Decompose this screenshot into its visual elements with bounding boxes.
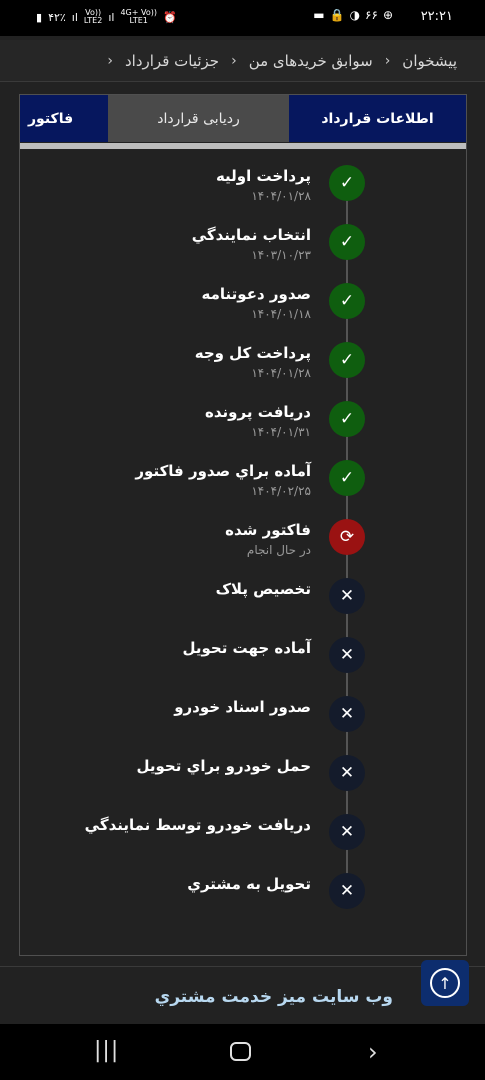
step-title: صدور اسناد خودرو	[174, 698, 311, 716]
step-title: دریافت خودرو توسط نمایندگي	[84, 816, 311, 834]
timeline-step: ⟳ فاکتور شده در حال انجام	[20, 519, 466, 565]
tab-contract-info[interactable]: اطلاعات قرارداد	[289, 95, 466, 142]
step-status-x-icon: ✕	[329, 696, 365, 732]
timeline-step: ✓ صدور دعوتنامه ۱۴۰۴/۰۱/۱۸	[20, 283, 466, 329]
step-status-sync-icon: ⟳	[329, 519, 365, 555]
battery-icon: ▮	[36, 10, 43, 24]
step-date: ۱۴۰۴/۰۱/۳۱	[251, 425, 311, 439]
step-status-check-icon: ✓	[329, 401, 365, 437]
step-title: پرداخت کل وجه	[194, 344, 311, 362]
step-date: ۱۴۰۳/۱۰/۲۳	[251, 248, 311, 262]
lock-icon: 🔒	[329, 8, 345, 22]
breadcrumb-item-contract-details[interactable]: جزئیات قرارداد	[125, 52, 219, 70]
step-status-check-icon: ✓	[329, 460, 365, 496]
step-title: صدور دعوتنامه	[201, 285, 311, 303]
scroll-top-button[interactable]: ↑	[421, 960, 469, 1006]
notification-badge: ۶۶	[365, 8, 378, 22]
scrollbar-thumb[interactable]	[20, 143, 466, 149]
timeline-step: ✓ پرداخت کل وجه ۱۴۰۴/۰۱/۲۸	[20, 342, 466, 388]
step-status-check-icon: ✓	[329, 342, 365, 378]
step-title: آماده جهت تحویل	[182, 639, 311, 657]
step-title: حمل خودرو براي تحویل	[136, 757, 311, 775]
step-title: آماده براي صدور فاکتور	[135, 462, 311, 480]
chevron-left-icon: ‹	[384, 52, 391, 69]
network-1: Vo)) LTE2	[83, 8, 103, 25]
leaf-icon: ◑	[349, 8, 361, 22]
clock: ۲۲:۲۱	[420, 9, 453, 24]
breadcrumb-item-purchases[interactable]: سوابق خریدهای من	[249, 52, 373, 70]
step-date: ۱۴۰۴/۰۲/۲۵	[251, 484, 311, 498]
step-date: ۱۴۰۴/۰۱/۲۸	[251, 366, 311, 380]
notification-icons: ▬ 🔒 ◑ ۶۶ ⊕	[313, 8, 393, 22]
chevron-left-icon: ‹	[107, 52, 113, 69]
arrow-up-icon: ↑	[430, 968, 460, 998]
timeline-step: ✓ انتخاب نمایندگي ۱۴۰۳/۱۰/۲۳	[20, 224, 466, 270]
recents-icon[interactable]: |||	[94, 1038, 119, 1063]
timeline-step: ✓ پرداخت اولیه ۱۴۰۴/۰۱/۲۸	[20, 165, 466, 211]
timeline-step: ✕ صدور اسناد خودرو	[20, 696, 466, 742]
step-title: دریافت پرونده	[205, 403, 311, 421]
footer: وب سایت میز خدمت مشتري	[0, 966, 485, 1024]
timeline-step: ✕ تخصیص پلاک	[20, 578, 466, 624]
network-2: 4G+ Vo)) LTE1	[120, 8, 157, 25]
step-title: انتخاب نمایندگي	[191, 226, 311, 244]
step-title: تخصیص پلاک	[215, 580, 311, 598]
breadcrumb: پیشخوان ‹ سوابق خریدهای من ‹ جزئیات قرار…	[0, 40, 485, 82]
timeline-step: ✕ آماده جهت تحویل	[20, 637, 466, 683]
step-status-check-icon: ✓	[329, 165, 365, 201]
step-title: فاکتور شده	[225, 521, 311, 539]
step-date: در حال انجام	[246, 543, 311, 557]
signal-icon: ıl	[71, 10, 78, 24]
home-icon[interactable]	[230, 1042, 251, 1061]
timeline-step: ✓ دریافت پرونده ۱۴۰۴/۰۱/۳۱	[20, 401, 466, 447]
step-status-check-icon: ✓	[329, 224, 365, 260]
status-bar: ▮ ۴۲٪ ıl Vo)) LTE2 ıl 4G+ Vo)) LTE1 ⏰ ▬ 🔒 …	[0, 0, 485, 36]
step-status-x-icon: ✕	[329, 814, 365, 850]
timeline-step: ✕ حمل خودرو براي تحویل	[20, 755, 466, 801]
step-status-check-icon: ✓	[329, 283, 365, 319]
step-title: تحویل به مشتري	[187, 875, 311, 893]
step-title: پرداخت اولیه	[215, 167, 311, 185]
step-status-x-icon: ✕	[329, 873, 365, 909]
timeline-step: ✕ تحویل به مشتري	[20, 873, 466, 919]
step-status-x-icon: ✕	[329, 755, 365, 791]
tab-contract-tracking[interactable]: ردیابی قرارداد	[108, 95, 289, 142]
signal-icon: ıl	[108, 10, 115, 24]
tab-invoice[interactable]: فاکتور	[20, 95, 108, 142]
battery-level: ۴۲٪	[48, 10, 66, 24]
tab-scrollbar[interactable]	[20, 143, 466, 149]
step-status-x-icon: ✕	[329, 637, 365, 673]
step-date: ۱۴۰۴/۰۱/۲۸	[251, 189, 311, 203]
contract-card: اطلاعات قرارداد ردیابی قرارداد فاکتور ✓ پ…	[19, 94, 467, 956]
status-left: ▮ ۴۲٪ ıl Vo)) LTE2 ıl 4G+ Vo)) LTE1 ⏰	[36, 9, 177, 25]
customer-service-link[interactable]: وب سایت میز خدمت مشتري	[155, 987, 393, 1007]
system-nav-bar: ||| ›	[0, 1024, 485, 1080]
timeline-step: ✓ آماده براي صدور فاکتور ۱۴۰۴/۰۲/۲۵	[20, 460, 466, 506]
chevron-left-icon: ‹	[231, 52, 237, 69]
back-icon[interactable]: ›	[368, 1038, 378, 1066]
message-icon: ▬	[313, 8, 325, 22]
step-status-x-icon: ✕	[329, 578, 365, 614]
breadcrumb-item-dashboard[interactable]: پیشخوان	[402, 52, 457, 70]
timeline-step: ✕ دریافت خودرو توسط نمایندگي	[20, 814, 466, 860]
app-icon: ⊕	[382, 8, 393, 22]
alarm-icon: ⏰	[162, 10, 177, 24]
tab-bar: اطلاعات قرارداد ردیابی قرارداد فاکتور	[20, 95, 466, 142]
step-date: ۱۴۰۴/۰۱/۱۸	[251, 307, 311, 321]
